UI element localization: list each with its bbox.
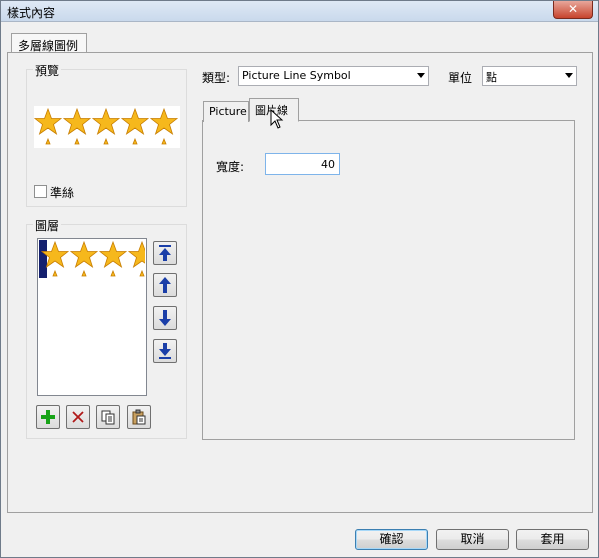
copy-layer-button[interactable] — [96, 405, 120, 429]
layer-list[interactable] — [37, 238, 147, 396]
layers-label: 圖層 — [33, 217, 62, 234]
preview-stars — [34, 107, 179, 145]
move-up-icon — [159, 277, 171, 293]
width-input-value: 40 — [321, 158, 335, 171]
delete-icon — [72, 411, 84, 423]
delete-layer-button[interactable] — [66, 405, 90, 429]
tab-label: 多層線圖例 — [18, 39, 79, 53]
type-select-value: Picture Line Symbol — [242, 69, 351, 82]
chevron-down-icon — [417, 73, 425, 78]
move-down-button[interactable] — [153, 306, 177, 330]
type-label: 類型: — [202, 71, 231, 85]
guide-checkbox[interactable] — [34, 185, 47, 198]
move-up-button[interactable] — [153, 273, 177, 297]
add-icon — [41, 410, 55, 424]
paste-layer-button[interactable] — [127, 405, 151, 429]
width-label: 寬度: — [216, 160, 245, 174]
layer-item-picture-line[interactable] — [39, 240, 145, 278]
move-to-top-icon — [159, 245, 171, 261]
close-icon: ✕ — [567, 2, 579, 16]
preview-image — [34, 106, 180, 148]
move-to-bottom-icon — [159, 343, 171, 359]
close-button[interactable]: ✕ — [553, 1, 593, 19]
picture-line-panel — [202, 120, 575, 440]
guide-checkbox-label: 準絲 — [50, 186, 75, 200]
move-to-bottom-button[interactable] — [153, 339, 177, 363]
window-title: 樣式內容 — [7, 6, 56, 20]
unit-select-value: 點 — [486, 71, 497, 84]
copy-icon — [101, 410, 115, 425]
ok-button[interactable]: 確認 — [355, 529, 428, 550]
width-input[interactable]: 40 — [265, 153, 340, 175]
type-select[interactable]: Picture Line Symbol — [238, 66, 429, 86]
add-layer-button[interactable] — [36, 405, 60, 429]
unit-label: 單位 — [448, 71, 473, 85]
tab-picture[interactable]: Picture — [203, 101, 249, 122]
tab-label: Picture — [209, 105, 247, 118]
preview-label: 預覽 — [33, 62, 62, 79]
chevron-down-icon — [565, 73, 573, 78]
paste-icon — [132, 409, 146, 425]
move-down-icon — [159, 310, 171, 326]
move-to-top-button[interactable] — [153, 241, 177, 265]
tab-multilayer-line-symbol[interactable]: 多層線圖例 — [11, 33, 87, 54]
unit-select[interactable]: 點 — [482, 66, 577, 86]
cancel-button[interactable]: 取消 — [436, 529, 509, 550]
apply-button[interactable]: 套用 — [516, 529, 589, 550]
title-bar: 樣式內容 ✕ — [1, 1, 598, 22]
style-properties-dialog: 樣式內容 ✕ 多層線圖例 預覽 準絲 圖層 類型: Picture Line S… — [0, 0, 599, 558]
mouse-cursor-icon — [270, 109, 284, 129]
